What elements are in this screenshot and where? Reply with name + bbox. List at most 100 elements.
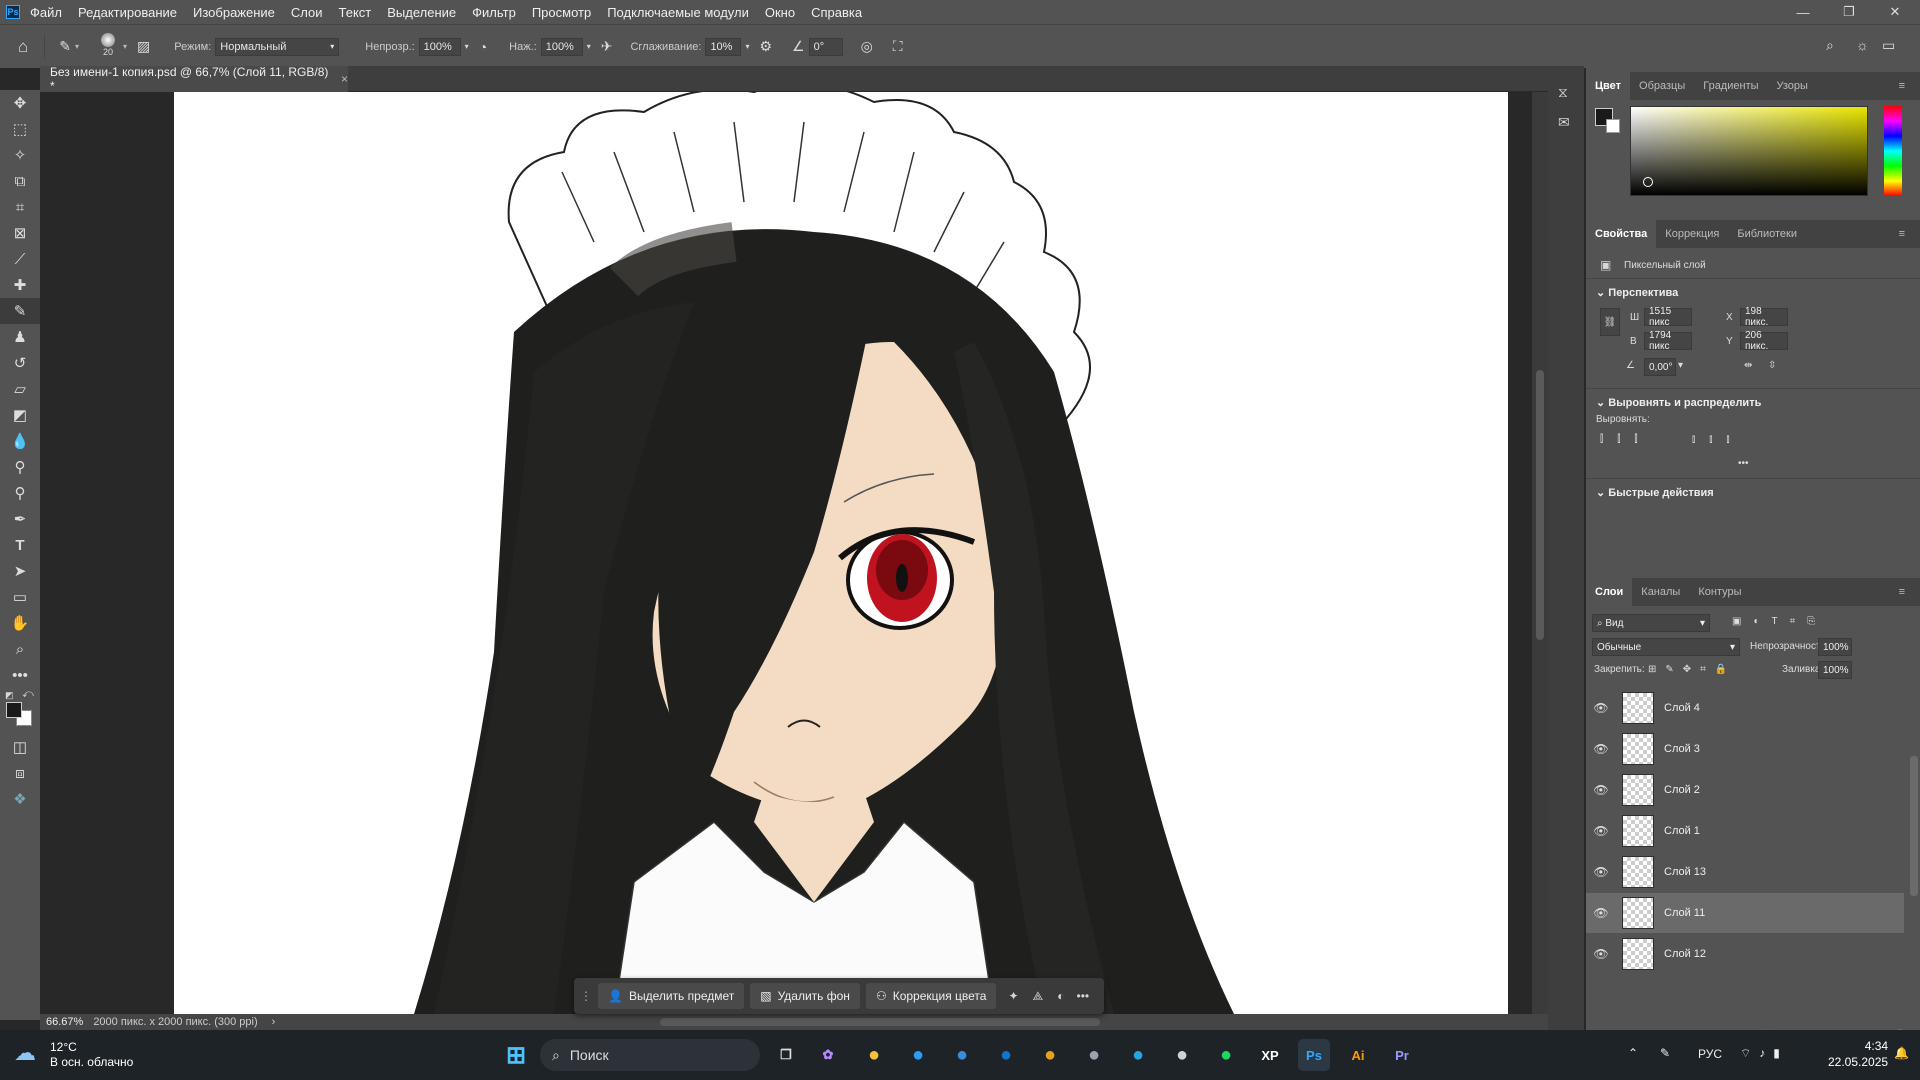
default-colors-icon[interactable]: ◩ [5,690,14,701]
task-view-icon[interactable]: ❐ [770,1039,802,1071]
perspective-header[interactable]: ⌄ Перспектива [1596,286,1678,299]
layer-row[interactable]: 👁 Слой 13 [1586,852,1904,892]
eyedropper-tool-icon[interactable]: ⟋ [0,246,40,272]
x-field[interactable]: 198 пикс. [1740,306,1788,328]
store-icon[interactable]: ● [946,1039,978,1071]
vertical-scroll-thumb[interactable] [1536,370,1544,640]
photoshop-icon[interactable]: Ps [1298,1039,1330,1071]
menu-item-window[interactable]: Окно [765,5,795,20]
taskbar-search[interactable]: ⌕ Поиск [540,1039,760,1071]
tab-patterns[interactable]: Узоры [1768,72,1817,100]
steam-alt-icon[interactable]: ● [1078,1039,1110,1071]
pressure-size-icon[interactable]: ◎ [861,38,873,55]
layer-row[interactable]: 👁 Слой 1 [1586,811,1904,851]
spotify-icon[interactable]: ● [1210,1039,1242,1071]
tab-channels[interactable]: Каналы [1632,578,1689,606]
angle-field[interactable]: 0° [808,37,843,56]
layer-filter-select[interactable]: ⌕ Вид ▾ [1592,614,1710,632]
clock[interactable]: 4:34 22.05.2025 [1828,1038,1888,1070]
layers-scroll-thumb[interactable] [1910,756,1918,896]
premiere-icon[interactable]: Pr [1386,1039,1418,1071]
ps-app-icon[interactable]: Ps [6,5,20,19]
brush-preset-icon[interactable]: ✎ [59,38,71,55]
layer-row[interactable]: 👁 Слой 11 [1586,893,1904,933]
menu-item-image[interactable]: Изображение [193,5,275,20]
width-field[interactable]: 1515 пикс [1644,306,1692,328]
menu-item-layers[interactable]: Слои [291,5,323,20]
align-more[interactable]: ••• [1738,458,1749,469]
stamp-tool-icon[interactable]: ♟ [0,324,40,350]
layer-filter-icons[interactable]: ▣◐T⌗⎘ [1732,616,1827,627]
transform-icon[interactable]: ⟁ [1033,989,1044,1004]
tab-adjustments[interactable]: Коррекция [1656,220,1728,248]
visibility-eye-icon[interactable]: 👁 [1586,824,1616,838]
y-field[interactable]: 206 пикс. [1740,330,1788,352]
tab-libraries[interactable]: Библиотеки [1728,220,1806,248]
hue-slider[interactable] [1884,106,1902,196]
horizontal-scroll-thumb[interactable] [660,1018,1100,1026]
link-dimensions-icon[interactable]: ⛓ [1600,308,1620,336]
path-select-tool-icon[interactable]: ➤ [0,558,40,584]
history-panel-icon[interactable]: ⧖ [1558,84,1568,101]
menu-item-file[interactable]: Файл [30,5,62,20]
restore-icon[interactable]: ❐ [1826,0,1872,24]
panel-menu-icon[interactable]: ≡ [1890,578,1914,606]
tab-paths[interactable]: Контуры [1689,578,1750,606]
pressure-opacity-icon[interactable]: ◔ [479,39,487,55]
visibility-eye-icon[interactable]: 👁 [1586,742,1616,756]
layer-row[interactable]: 👁 Слой 2 [1586,770,1904,810]
drag-handle-icon[interactable]: ⋮ [580,989,592,1003]
copilot-icon[interactable]: ✿ [812,1039,844,1071]
distribute-buttons[interactable]: ⫾⫾⫾ [1692,434,1744,445]
tab-gradients[interactable]: Градиенты [1694,72,1767,100]
move-tool-icon[interactable]: ✥ [0,90,40,116]
remove-background-button[interactable]: ▧ Удалить фон [750,983,860,1009]
weather-widget[interactable]: 12°C В осн. облачно [50,1040,133,1070]
visibility-eye-icon[interactable]: 👁 [1586,783,1616,797]
airbrush-icon[interactable]: ✈ [601,38,613,55]
tab-properties[interactable]: Свойства [1586,220,1657,248]
swap-colors-icon[interactable]: ⤺ [22,688,34,701]
menu-item-view[interactable]: Просмотр [532,5,591,20]
visibility-eye-icon[interactable]: 👁 [1586,701,1616,715]
eraser-tool-icon[interactable]: ▱ [0,376,40,402]
sponge-tool-icon[interactable]: ⚲ [0,480,40,506]
tray-overflow-icon[interactable]: ⌃ [1628,1046,1638,1060]
blend-mode-select[interactable]: Обычные ▾ [1592,638,1740,656]
fill-field[interactable]: 100% [1818,661,1852,679]
lock-icons[interactable]: ⊞✎✥⌗🔒 [1648,664,1736,675]
panel-menu-icon[interactable]: ≡ [1890,220,1914,248]
menu-item-help[interactable]: Справка [811,5,862,20]
home-icon[interactable]: ⌂ [18,37,28,57]
more-tools-icon[interactable]: ••• [0,662,40,688]
menu-item-text[interactable]: Текст [339,5,372,20]
layer-row[interactable]: 👁 Слой 3 [1586,729,1904,769]
visibility-eye-icon[interactable]: 👁 [1586,906,1616,920]
status-menu-arrow[interactable]: › [272,1016,276,1028]
telegram-icon[interactable]: ● [1122,1039,1154,1071]
background-color-chip[interactable] [1606,119,1620,133]
search-icon[interactable]: ⌕ [1826,37,1834,54]
brush-size-preview[interactable]: 20 [93,29,123,65]
align-buttons[interactable]: ⫿⫿⫿ [1600,434,1652,445]
adjustment-icon[interactable]: ◐ [1057,989,1064,1003]
steam-icon[interactable]: ● [1166,1039,1198,1071]
visibility-eye-icon[interactable]: 👁 [1586,865,1616,879]
symmetry-icon[interactable]: ⛶ [893,38,903,55]
marquee-tool-icon[interactable]: ⬚ [0,116,40,142]
color-picker-ring[interactable] [1643,177,1653,187]
crop-tool-icon[interactable]: ⌗ [0,194,40,220]
object-select-tool-icon[interactable]: ⧉ [0,168,40,194]
windows-start-icon[interactable]: ⊞ [500,1039,532,1071]
comments-panel-icon[interactable]: ✉ [1558,114,1570,131]
canvas-area[interactable] [40,92,1532,1014]
quick-actions-header[interactable]: ⌄ Быстрые действия [1596,486,1714,499]
brush-tool-icon[interactable]: ✎ [0,298,40,324]
workspace-icon[interactable]: ▭ [1882,37,1895,54]
smoothing-gear-icon[interactable]: ⚙ [759,38,772,55]
height-field[interactable]: 1794 пикс [1644,330,1692,352]
align-header[interactable]: ⌄ Выровнять и распределить [1596,396,1761,409]
document-tab[interactable]: Без имени-1 копия.psd @ 66,7% (Слой 11, … [40,65,348,93]
discover-icon[interactable]: ☼ [1856,37,1869,53]
flip-vertical-icon[interactable]: ⇳ [1768,360,1776,371]
